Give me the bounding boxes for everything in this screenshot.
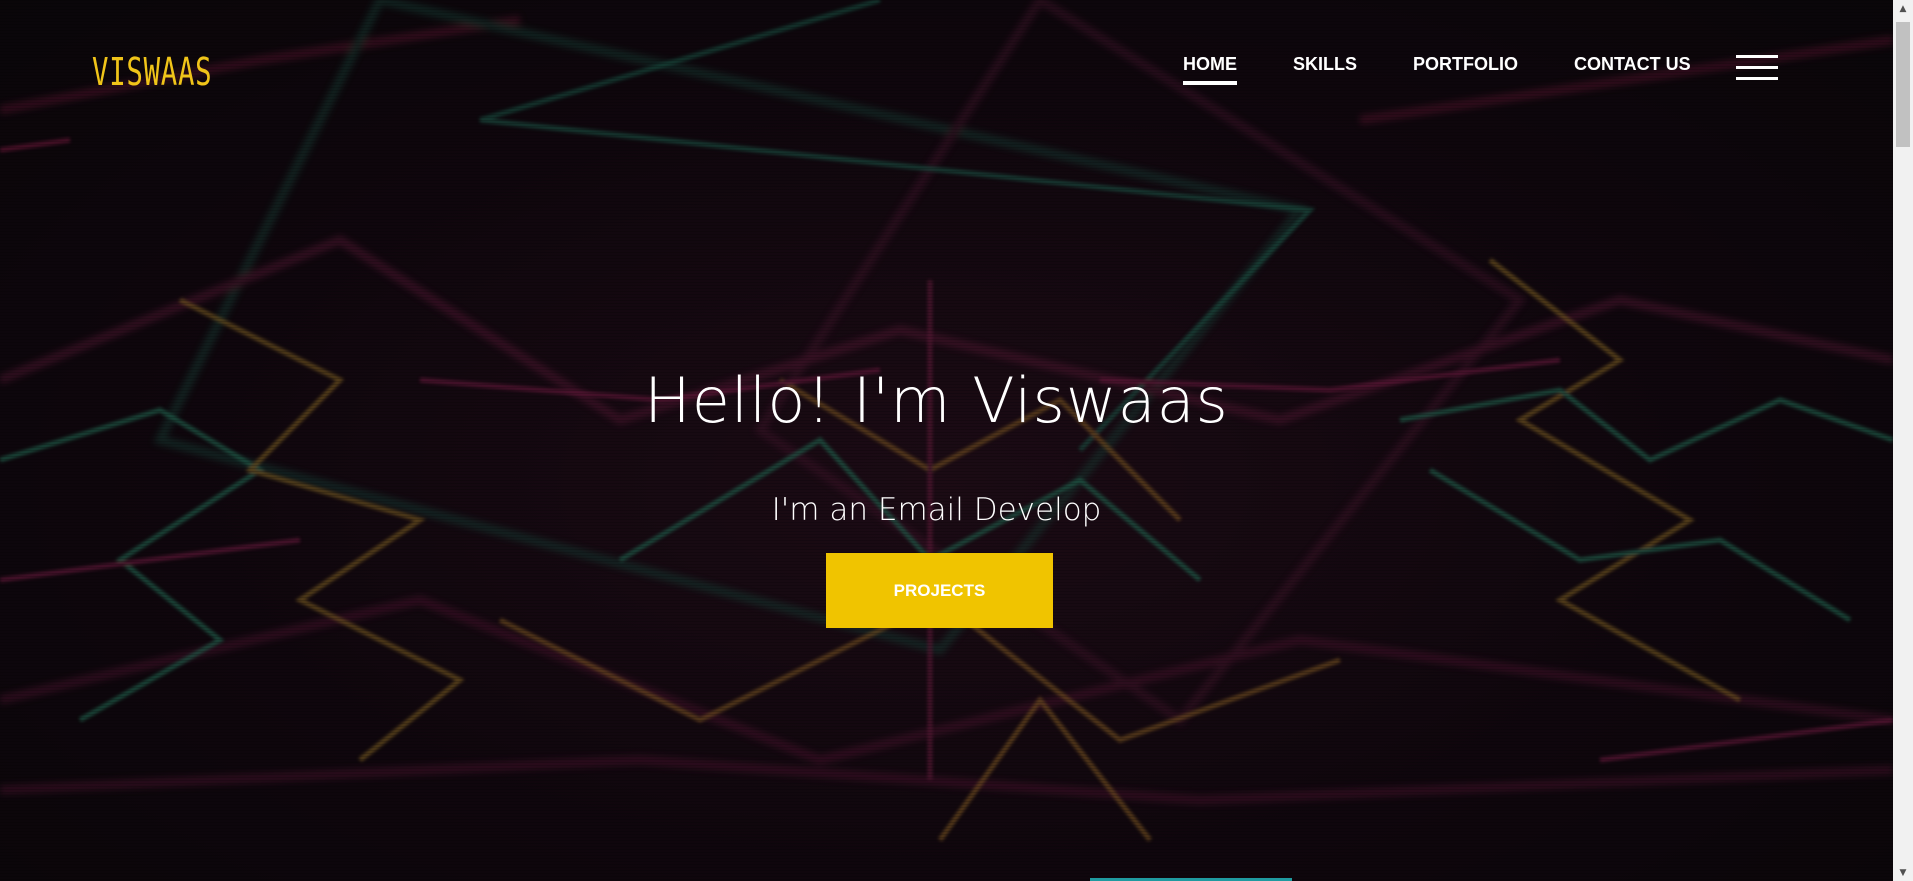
hero-subtitle: I'm an Email Develop <box>771 491 1102 528</box>
hamburger-icon[interactable] <box>1736 55 1778 81</box>
scroll-down-arrow-icon[interactable]: ▼ <box>1893 864 1913 881</box>
nav-item-portfolio[interactable]: PORTFOLIO <box>1413 54 1518 81</box>
hamburger-line <box>1736 77 1778 80</box>
scroll-up-arrow-icon[interactable]: ▲ <box>1893 0 1913 17</box>
hero-title: Hello! I'm Viswaas <box>644 363 1229 437</box>
page: VISWAAS HOME SKILLS PORTFOLIO CONTACT US… <box>0 0 1913 881</box>
main-nav: HOME SKILLS PORTFOLIO CONTACT US <box>1183 54 1691 85</box>
site-logo[interactable]: VISWAAS <box>92 50 212 94</box>
page-scrollbar[interactable]: ▲ ▼ <box>1893 0 1913 881</box>
nav-item-skills[interactable]: SKILLS <box>1293 54 1357 81</box>
scroll-thumb[interactable] <box>1896 22 1910 147</box>
nav-item-home[interactable]: HOME <box>1183 54 1237 85</box>
hamburger-line <box>1736 55 1778 58</box>
projects-button[interactable]: PROJECTS <box>826 553 1053 628</box>
hero-section: VISWAAS HOME SKILLS PORTFOLIO CONTACT US… <box>0 0 1893 881</box>
nav-item-contact-us[interactable]: CONTACT US <box>1574 54 1691 81</box>
hamburger-line <box>1736 66 1778 69</box>
